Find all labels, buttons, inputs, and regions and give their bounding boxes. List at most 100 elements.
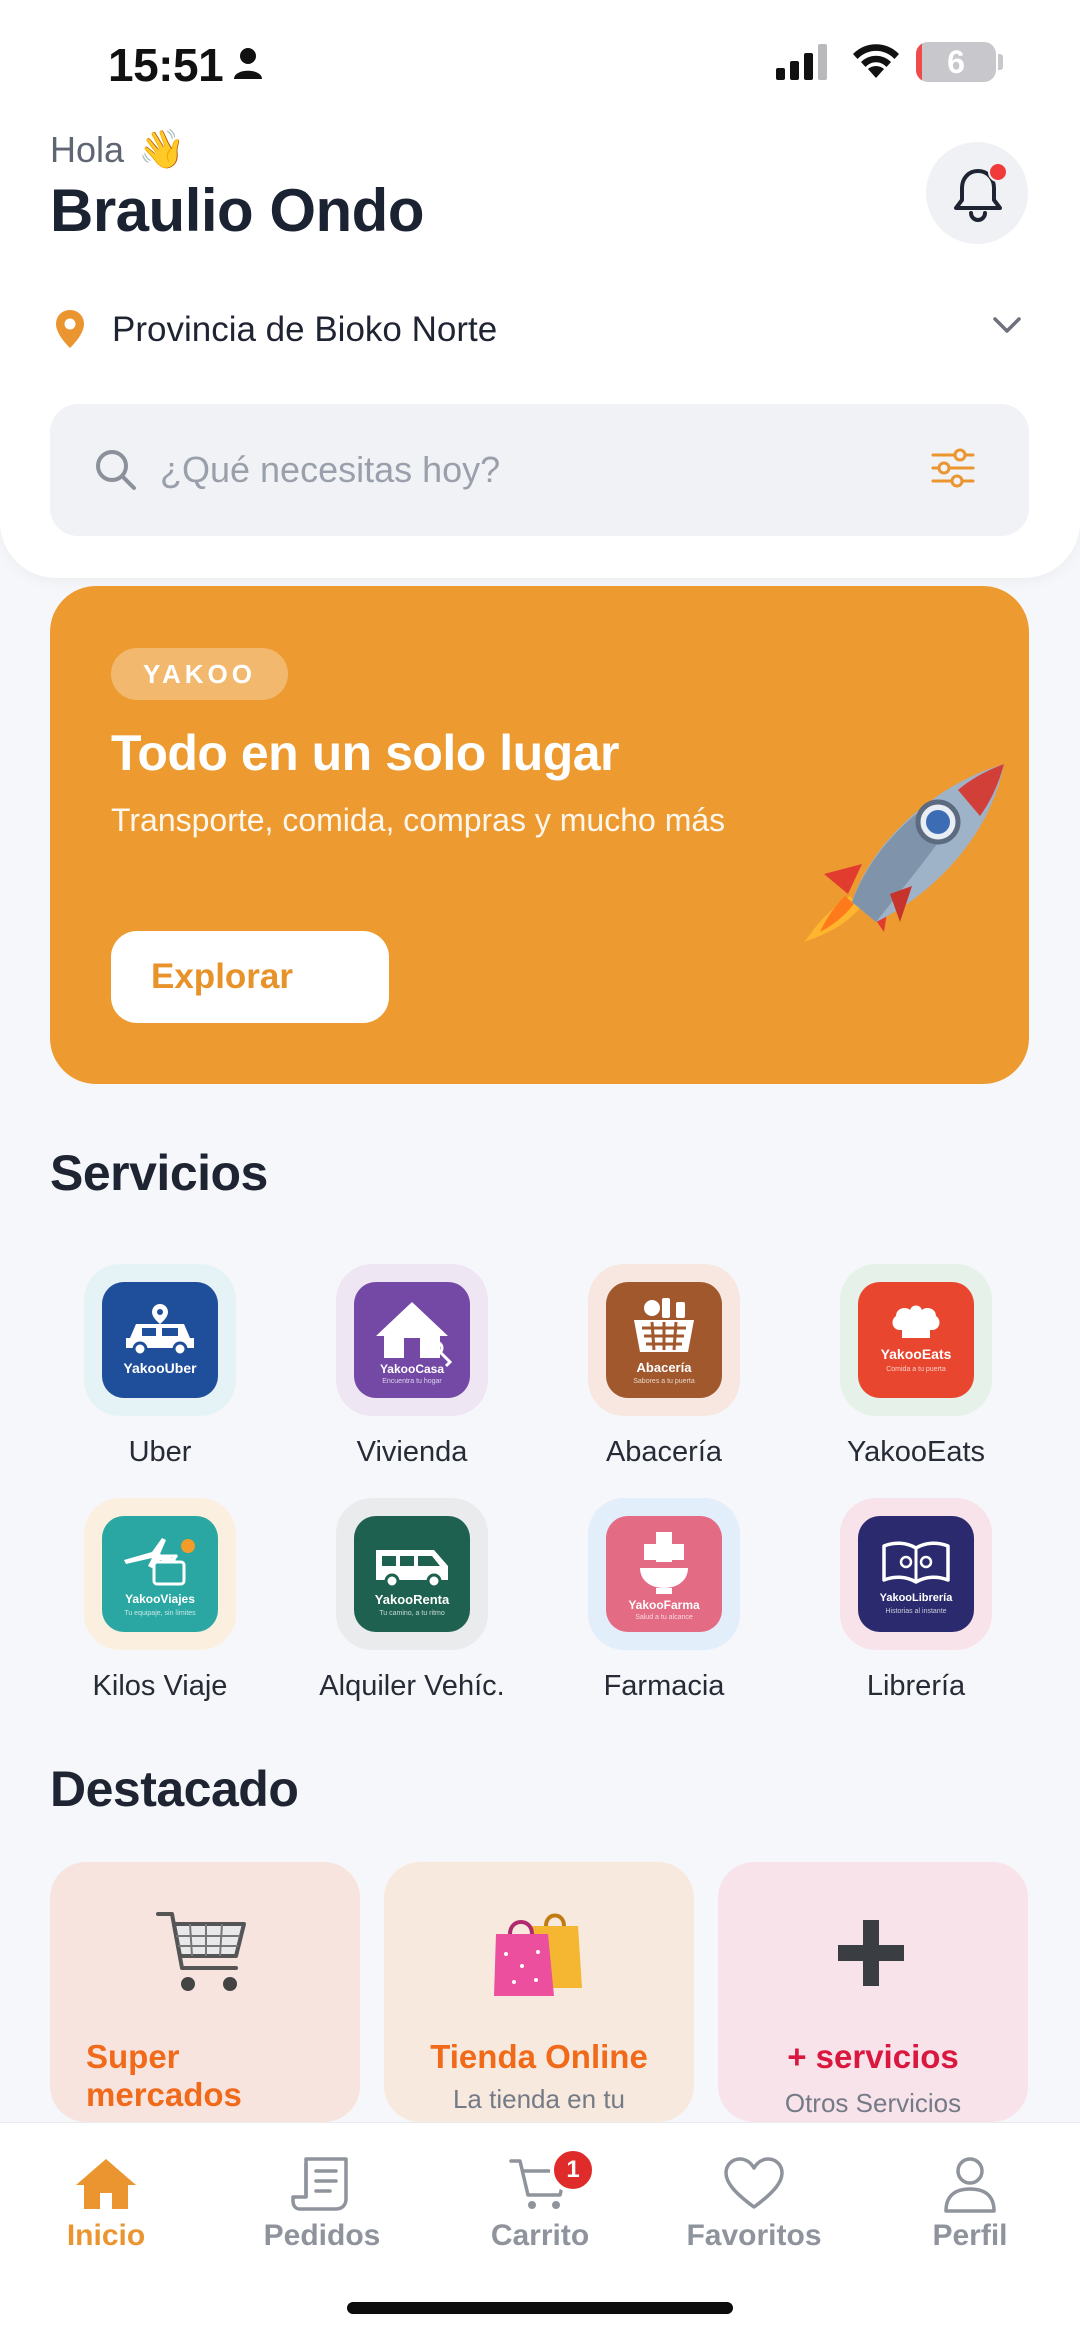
service-tagline: Encuentra tu hogar [382,1378,442,1385]
service-label: YakooEats [846,1436,986,1468]
featured-mas-servicios[interactable]: + servicios Otros Servicios [718,1862,1028,2122]
featured-supermercados[interactable]: Super mercados [50,1862,360,2122]
farma-logo: YakooFarma Salud a tu alcance [606,1516,722,1632]
featured-subtitle-mas: Otros Servicios [784,2088,962,2118]
notifications-button[interactable] [926,142,1028,244]
shopping-cart-icon [156,1912,246,1991]
service-brand: YakooRenta [374,1592,450,1607]
cart-badge: 1 [550,2147,596,2193]
search-input[interactable] [160,440,860,500]
location-selector[interactable]: Provincia de Bioko Norte [50,300,1030,360]
chef-hat-icon [892,1305,940,1338]
uber-logo: YakooUber [102,1282,218,1398]
service-icon-ring: YakooFarma Salud a tu alcance [588,1498,740,1650]
service-brand: YakooEats [880,1346,952,1362]
search-icon [96,450,136,490]
user-icon [944,2157,996,2213]
service-vivienda[interactable]: YakooCasa Encuentra tu hogar Vivienda [312,1264,512,1469]
banner-title: Todo en un solo lugar [111,725,619,781]
receipt-icon [291,2157,348,2211]
service-libreria[interactable]: YakooLibrería Historias al instante Libr… [816,1498,1016,1703]
service-icon-ring: YakooEats Comida a tu puerta [840,1264,992,1416]
service-icon-ring: YakooViajes Tu equipaje, sin límites [84,1498,236,1650]
tab-favoritos[interactable]: Favoritos [654,2155,854,2253]
banner-subtitle: Transporte, comida, compras y mucho más [111,802,726,838]
tab-label: Pedidos [263,2219,381,2252]
service-label: Vivienda [356,1436,468,1468]
service-farmacia[interactable]: YakooFarma Salud a tu alcance Farmacia [564,1498,764,1703]
service-uber[interactable]: YakooUber Uber [60,1264,260,1469]
tab-pedidos[interactable]: Pedidos [222,2155,422,2253]
home-indicator [347,2302,733,2314]
viajes-logo: YakooViajes Tu equipaje, sin límites [102,1516,218,1632]
abaceria-logo: Abacería Sabores a tu puerta [606,1282,722,1398]
service-label: Kilos Viaje [92,1670,228,1702]
service-alquiler[interactable]: YakooRenta Tu camino, a tu ritmo Alquile… [312,1498,512,1703]
service-abaceria[interactable]: Abacería Sabores a tu puerta Abacería [564,1264,764,1469]
service-brand: YakooLibrería [879,1592,953,1604]
service-tagline: Tu equipaje, sin límites [124,1610,196,1617]
featured-title-line1: Super [86,2038,180,2075]
explore-button[interactable]: Explorar [111,931,389,1023]
service-yakooeats[interactable]: YakooEats Comida a tu puerta YakooEats [816,1264,1016,1469]
featured-title-mas: + servicios [787,2038,959,2075]
service-kilos-viaje[interactable]: YakooViajes Tu equipaje, sin límites Kil… [60,1498,260,1703]
promo-banner: YAKOO Todo en un solo lugar Transporte, … [50,586,1029,1084]
service-icon-ring: YakooCasa Encuentra tu hogar [336,1264,488,1416]
status-bar: 15:51 6 [0,0,1080,130]
service-brand: YakooUber [123,1360,197,1376]
service-icon-ring: YakooUber [84,1264,236,1416]
tab-label: Carrito [490,2219,590,2252]
service-tagline: Historias al instante [885,1608,947,1615]
tab-label: Inicio [66,2219,146,2252]
search-bar [50,404,1029,536]
rocket-icon [804,764,1004,942]
greeting-text: Hola [50,129,125,170]
service-icon-ring: YakooLibrería Historias al instante [840,1498,992,1650]
featured-title-super: Super mercados [86,2038,242,2114]
tab-label: Perfil [932,2219,1008,2252]
greeting: Hola 👋 [50,128,185,172]
vivienda-logo: YakooCasa Encuentra tu hogar [354,1282,470,1398]
service-tagline: Tu camino, a tu ritmo [379,1610,445,1617]
notification-dot [988,162,1008,182]
person-icon [232,46,264,85]
service-brand: Abacería [636,1360,692,1375]
service-icon-ring: Abacería Sabores a tu puerta [588,1264,740,1416]
service-brand: YakooFarma [628,1598,700,1612]
battery-level: 6 [947,44,965,80]
chevron-down-icon [993,317,1021,333]
featured-subtitle-tienda: La tienda en tu bolsillo [384,2082,694,2122]
featured-tienda-online[interactable]: Tienda Online La tienda en tu bolsillo [384,1862,694,2122]
battery-cap [998,54,1003,70]
service-label: Farmacia [603,1670,725,1702]
shopping-bags-icon [494,1913,582,1996]
tab-carrito[interactable]: 1 Carrito [440,2147,640,2253]
tab-inicio[interactable]: Inicio [6,2155,206,2253]
service-tagline: Salud a tu alcance [635,1614,693,1621]
wifi-icon [850,40,902,85]
car-icon [126,1304,194,1357]
service-label: Uber [128,1436,192,1468]
tab-perfil[interactable]: Perfil [870,2155,1070,2253]
featured-title-tienda: Tienda Online [430,2038,648,2075]
yakooeats-logo: YakooEats Comida a tu puerta [858,1282,974,1398]
service-label: Alquiler Vehíc. [319,1670,505,1702]
filter-icon[interactable] [930,448,976,488]
status-time: 15:51 [108,39,224,91]
services-title: Servicios [50,1145,268,1201]
service-tagline: Sabores a tu puerta [633,1378,695,1385]
featured-subtitle-line1: La tienda en tu [452,2084,626,2114]
battery-icon: 6 [916,42,996,82]
service-icon-ring: YakooRenta Tu camino, a tu ritmo [336,1498,488,1650]
home-icon [76,2159,136,2209]
wave-emoji: 👋 [138,129,186,171]
signal-icon [776,44,832,85]
service-label: Abacería [605,1436,723,1468]
heart-icon [724,2157,784,2209]
banner-tag: YAKOO [111,648,288,700]
location-pin-icon [56,310,84,348]
featured-title: Destacado [50,1761,299,1817]
location-text: Provincia de Bioko Norte [112,310,498,349]
plus-icon [838,1920,904,1986]
